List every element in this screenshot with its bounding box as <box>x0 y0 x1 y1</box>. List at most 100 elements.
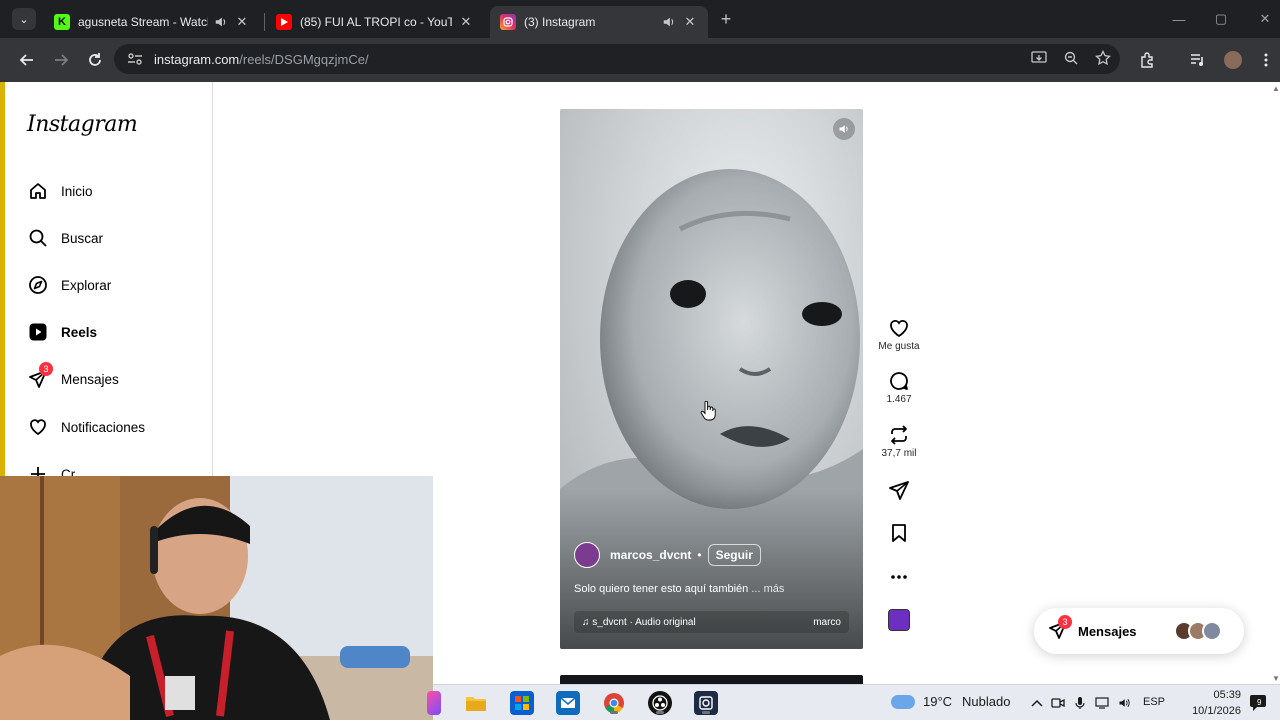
sidebar-item-explorar[interactable]: Explorar <box>27 271 111 299</box>
microphone-icon[interactable] <box>1072 695 1088 711</box>
share-button[interactable] <box>872 479 926 501</box>
close-window-button[interactable]: ✕ <box>1252 8 1278 30</box>
arrow-right-icon <box>55 54 69 66</box>
close-tab-icon[interactable]: ✕ <box>234 14 250 30</box>
new-tab-button[interactable]: + <box>716 9 736 29</box>
like-button[interactable]: Me gusta <box>872 317 926 352</box>
audio-avatar[interactable] <box>888 609 910 631</box>
forward-button[interactable] <box>49 48 73 72</box>
like-label: Me gusta <box>878 341 920 352</box>
maximize-button[interactable]: ▢ <box>1208 8 1234 30</box>
sidebar-item-buscar[interactable]: Buscar <box>27 224 103 252</box>
network-icon[interactable] <box>1094 695 1110 711</box>
address-bar[interactable]: instagram.com/reels/DSGMgqzjmCe/ <box>114 44 1120 74</box>
microsoft-store-icon[interactable] <box>510 691 534 715</box>
tab-title: (3) Instagram <box>524 15 596 29</box>
zoom-icon[interactable] <box>1062 49 1080 67</box>
reel-audio-bar[interactable]: ♫ s_dvcnt · Audio original marco <box>574 611 849 633</box>
avatar <box>1202 621 1222 641</box>
windows-taskbar: 19°C Nublado ESP 05:39 10/1/2026 9 <box>427 684 1280 720</box>
notification-count: 9 <box>1257 698 1262 707</box>
audio-info: ♫ s_dvcnt · Audio original <box>582 617 696 628</box>
weather-description: Nublado <box>962 694 1011 709</box>
url-path: /reels/DSGMgqzjmCe/ <box>239 51 369 67</box>
kick-icon: K <box>54 14 70 30</box>
music-note-icon: ♫ <box>582 616 593 628</box>
sidebar-item-reels[interactable]: Reels <box>27 318 97 346</box>
reel-video-frame <box>560 109 863 649</box>
meet-camera-icon[interactable] <box>1050 695 1066 711</box>
chevron-up-icon[interactable] <box>1029 695 1045 711</box>
url-host: instagram.com <box>154 51 240 67</box>
author-avatar[interactable] <box>574 542 600 568</box>
avatar <box>1224 51 1242 69</box>
tab-separator <box>264 13 265 31</box>
browser-toolbar: instagram.com/reels/DSGMgqzjmCe/ <box>0 38 1280 82</box>
heart-icon <box>27 416 49 438</box>
sidebar-item-label: Inicio <box>61 183 93 199</box>
tab-kick-stream[interactable]: K agusneta Stream - Watch Li ✕ <box>44 6 260 38</box>
notification-badge: 3 <box>1058 615 1072 629</box>
running-indicator <box>610 711 618 714</box>
messages-floating-button[interactable]: 3 Mensajes <box>1034 608 1244 654</box>
sidebar-item-mensajes[interactable]: 3 Mensajes <box>27 362 119 393</box>
close-tab-icon[interactable]: ✕ <box>682 14 698 30</box>
sidebar-item-inicio[interactable]: Inicio <box>27 177 93 205</box>
outlook-icon[interactable] <box>556 691 580 715</box>
sidebar-item-label: Reels <box>61 324 98 340</box>
omnibox-actions <box>1030 49 1112 67</box>
reload-icon <box>89 53 101 66</box>
volume-icon[interactable] <box>1116 695 1132 711</box>
file-explorer-icon[interactable] <box>464 691 488 715</box>
running-indicator <box>702 711 710 714</box>
instagram-logo[interactable]: Instagram <box>27 112 138 137</box>
speaker-icon[interactable] <box>214 15 228 29</box>
copilot-icon[interactable] <box>427 691 441 715</box>
close-tab-icon[interactable]: ✕ <box>458 14 474 30</box>
audio-title: s_dvcnt · Audio original <box>592 616 696 628</box>
install-app-icon[interactable] <box>1030 49 1048 67</box>
more-options-button[interactable] <box>872 566 926 588</box>
caption-more-link[interactable]: ... más <box>751 583 784 595</box>
bookmark-star-icon[interactable] <box>1094 49 1112 67</box>
sidebar-item-notificaciones[interactable]: Notificaciones <box>27 413 145 441</box>
reload-button[interactable] <box>83 48 107 72</box>
scrollbar-up-arrow[interactable]: ▲ <box>1272 84 1280 93</box>
reel-video[interactable]: marcos_dvcnt • Seguir Solo quiero tener … <box>560 109 863 649</box>
profile-avatar-button[interactable] <box>1221 48 1245 72</box>
weather-widget[interactable]: 19°C Nublado <box>891 694 1010 709</box>
system-clock[interactable]: 05:39 10/1/2026 <box>1181 687 1241 719</box>
tab-instagram[interactable]: (3) Instagram ✕ <box>490 6 708 38</box>
tab-youtube[interactable]: (85) FUI AL TROPI co - YouTube ✕ <box>266 6 484 38</box>
save-button[interactable] <box>872 522 926 544</box>
sidebar-item-label: Buscar <box>61 230 104 246</box>
author-username[interactable]: marcos_dvcnt <box>610 548 691 562</box>
media-control-button[interactable] <box>1186 48 1210 72</box>
extensions-button[interactable] <box>1136 48 1160 72</box>
browser-menu-button[interactable] <box>1254 48 1278 72</box>
tab-search-button[interactable]: ⌄ <box>12 8 36 30</box>
mouse-cursor-icon <box>700 401 716 421</box>
messenger-icon: 3 <box>27 362 53 390</box>
caption-text: Solo quiero tener esto aquí también <box>574 583 749 595</box>
running-indicator <box>656 711 664 714</box>
repost-button[interactable]: 37,7 mil <box>872 424 926 459</box>
app-taskbar-icon[interactable] <box>694 691 718 715</box>
volume-button[interactable] <box>833 118 855 140</box>
tab-title: agusneta Stream - Watch Li <box>78 15 208 29</box>
obs-studio-icon[interactable] <box>648 691 672 715</box>
kebab-menu-icon <box>1264 53 1268 67</box>
speaker-icon[interactable] <box>662 15 676 29</box>
notification-center-button[interactable]: 9 <box>1249 694 1269 712</box>
sidebar-item-label: Mensajes <box>61 371 119 387</box>
weather-temperature: 19°C <box>923 694 953 709</box>
input-language[interactable]: ESP <box>1143 696 1165 708</box>
minimize-button[interactable]: — <box>1166 8 1192 30</box>
instagram-icon <box>500 14 516 30</box>
scrollbar-down-arrow[interactable]: ▼ <box>1272 674 1280 683</box>
site-info-icon[interactable] <box>126 50 144 68</box>
comment-button[interactable]: 1.467 <box>872 370 926 405</box>
follow-button[interactable]: Seguir <box>707 544 761 566</box>
chrome-taskbar-icon[interactable] <box>602 691 626 715</box>
back-button[interactable] <box>15 48 39 72</box>
